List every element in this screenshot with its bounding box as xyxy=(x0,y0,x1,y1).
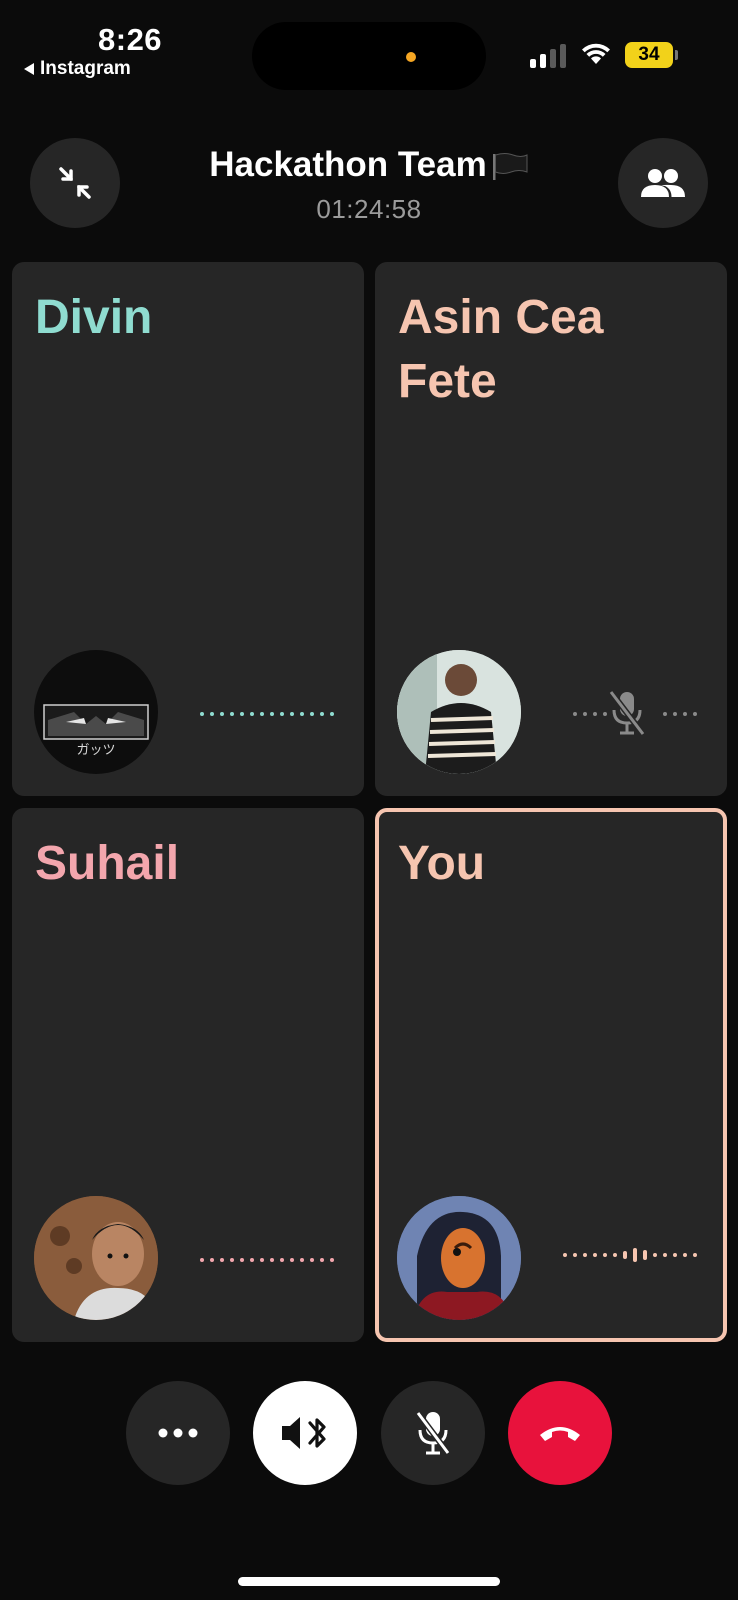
wave-dot xyxy=(280,712,284,716)
wave-dot xyxy=(623,1251,627,1259)
avatar xyxy=(397,1196,521,1320)
status-bar: 8:26 Instagram 34 xyxy=(0,0,738,100)
wave-dot xyxy=(290,1258,294,1262)
wave-dot xyxy=(270,1258,274,1262)
back-app-label: Instagram xyxy=(40,58,131,79)
avatar-caption: ガッツ xyxy=(76,743,115,758)
muted-mic-icon xyxy=(608,690,646,736)
wave-dot xyxy=(310,712,314,716)
wave-dot xyxy=(220,1258,224,1262)
wave-dot xyxy=(673,712,677,716)
wifi-icon xyxy=(582,43,610,64)
participants-button[interactable] xyxy=(618,138,708,228)
participant-tile-you[interactable]: You xyxy=(375,808,727,1342)
wave-dot xyxy=(573,712,577,716)
wave-dot xyxy=(663,712,667,716)
more-options-button[interactable] xyxy=(126,1381,230,1485)
wave-dot xyxy=(693,1253,697,1257)
wave-dot xyxy=(200,712,204,716)
wave-dot xyxy=(663,1253,667,1257)
participant-name: Asin Cea Fete xyxy=(398,291,604,408)
wave-dot xyxy=(250,1258,254,1262)
avatar: ガッツ xyxy=(34,650,158,774)
end-call-icon xyxy=(540,1427,580,1441)
wave-dot xyxy=(683,1253,687,1257)
wave-dot xyxy=(230,1258,234,1262)
audio-output-button[interactable] xyxy=(253,1381,357,1485)
group-name: Hackathon Team xyxy=(209,145,487,184)
wave-dot xyxy=(240,712,244,716)
wave-dot xyxy=(230,712,234,716)
wave-dot xyxy=(563,1253,567,1257)
wave-dot xyxy=(583,1253,587,1257)
bluetooth-speaker-icon xyxy=(282,1417,326,1449)
audio-wave-indicator xyxy=(563,1248,697,1262)
wave-dot xyxy=(320,1258,324,1262)
audio-wave-indicator xyxy=(200,712,334,716)
wave-dot xyxy=(260,1258,264,1262)
wave-dot xyxy=(320,712,324,716)
participant-name: Suhail xyxy=(35,837,180,890)
audio-wave-indicator xyxy=(200,1258,334,1262)
mute-button[interactable] xyxy=(381,1381,485,1485)
wave-dot xyxy=(633,1248,637,1262)
wave-dot xyxy=(220,712,224,716)
wave-dot xyxy=(573,1253,577,1257)
participant-tile-divin[interactable]: Divin ガッツ xyxy=(12,262,364,796)
participant-tile-suhail[interactable]: Suhail xyxy=(12,808,364,1342)
wave-dot xyxy=(290,712,294,716)
participant-name: Divin xyxy=(35,291,153,344)
participant-name: You xyxy=(398,837,486,890)
participant-tile-asin[interactable]: Asin Cea Fete xyxy=(375,262,727,796)
back-to-app-link[interactable]: Instagram xyxy=(24,58,131,80)
home-indicator[interactable] xyxy=(238,1577,500,1586)
wave-dot xyxy=(210,712,214,716)
wave-dot xyxy=(250,712,254,716)
back-arrow-icon xyxy=(24,63,34,75)
wave-dot xyxy=(330,1258,334,1262)
avatar xyxy=(34,1196,158,1320)
wave-dot xyxy=(673,1253,677,1257)
flag-icon xyxy=(492,152,528,180)
participants-icon xyxy=(641,169,685,197)
wave-dot xyxy=(240,1258,244,1262)
wave-dot xyxy=(693,712,697,716)
more-icon xyxy=(158,1428,198,1438)
privacy-indicator-dot xyxy=(406,52,416,62)
wave-dot xyxy=(270,712,274,716)
status-time: 8:26 xyxy=(98,22,163,57)
wave-dot xyxy=(643,1250,647,1260)
dynamic-island xyxy=(252,22,486,90)
battery-icon: 34 xyxy=(625,42,673,68)
wave-dot xyxy=(683,712,687,716)
battery-tip xyxy=(675,50,678,60)
wave-dot xyxy=(653,1253,657,1257)
wave-dot xyxy=(583,712,587,716)
wave-dot xyxy=(593,1253,597,1257)
wave-dot xyxy=(603,1253,607,1257)
wave-dot xyxy=(310,1258,314,1262)
end-call-button[interactable] xyxy=(508,1381,612,1485)
wave-dot xyxy=(200,1258,204,1262)
wave-dot xyxy=(300,1258,304,1262)
wave-dot xyxy=(300,712,304,716)
mic-off-icon xyxy=(415,1411,451,1455)
cellular-signal-icon xyxy=(530,44,566,68)
wave-dot xyxy=(330,712,334,716)
wave-dot xyxy=(593,712,597,716)
wave-dot xyxy=(260,712,264,716)
wave-dot xyxy=(210,1258,214,1262)
wave-dot xyxy=(613,1253,617,1257)
wave-dot xyxy=(280,1258,284,1262)
avatar xyxy=(397,650,521,774)
